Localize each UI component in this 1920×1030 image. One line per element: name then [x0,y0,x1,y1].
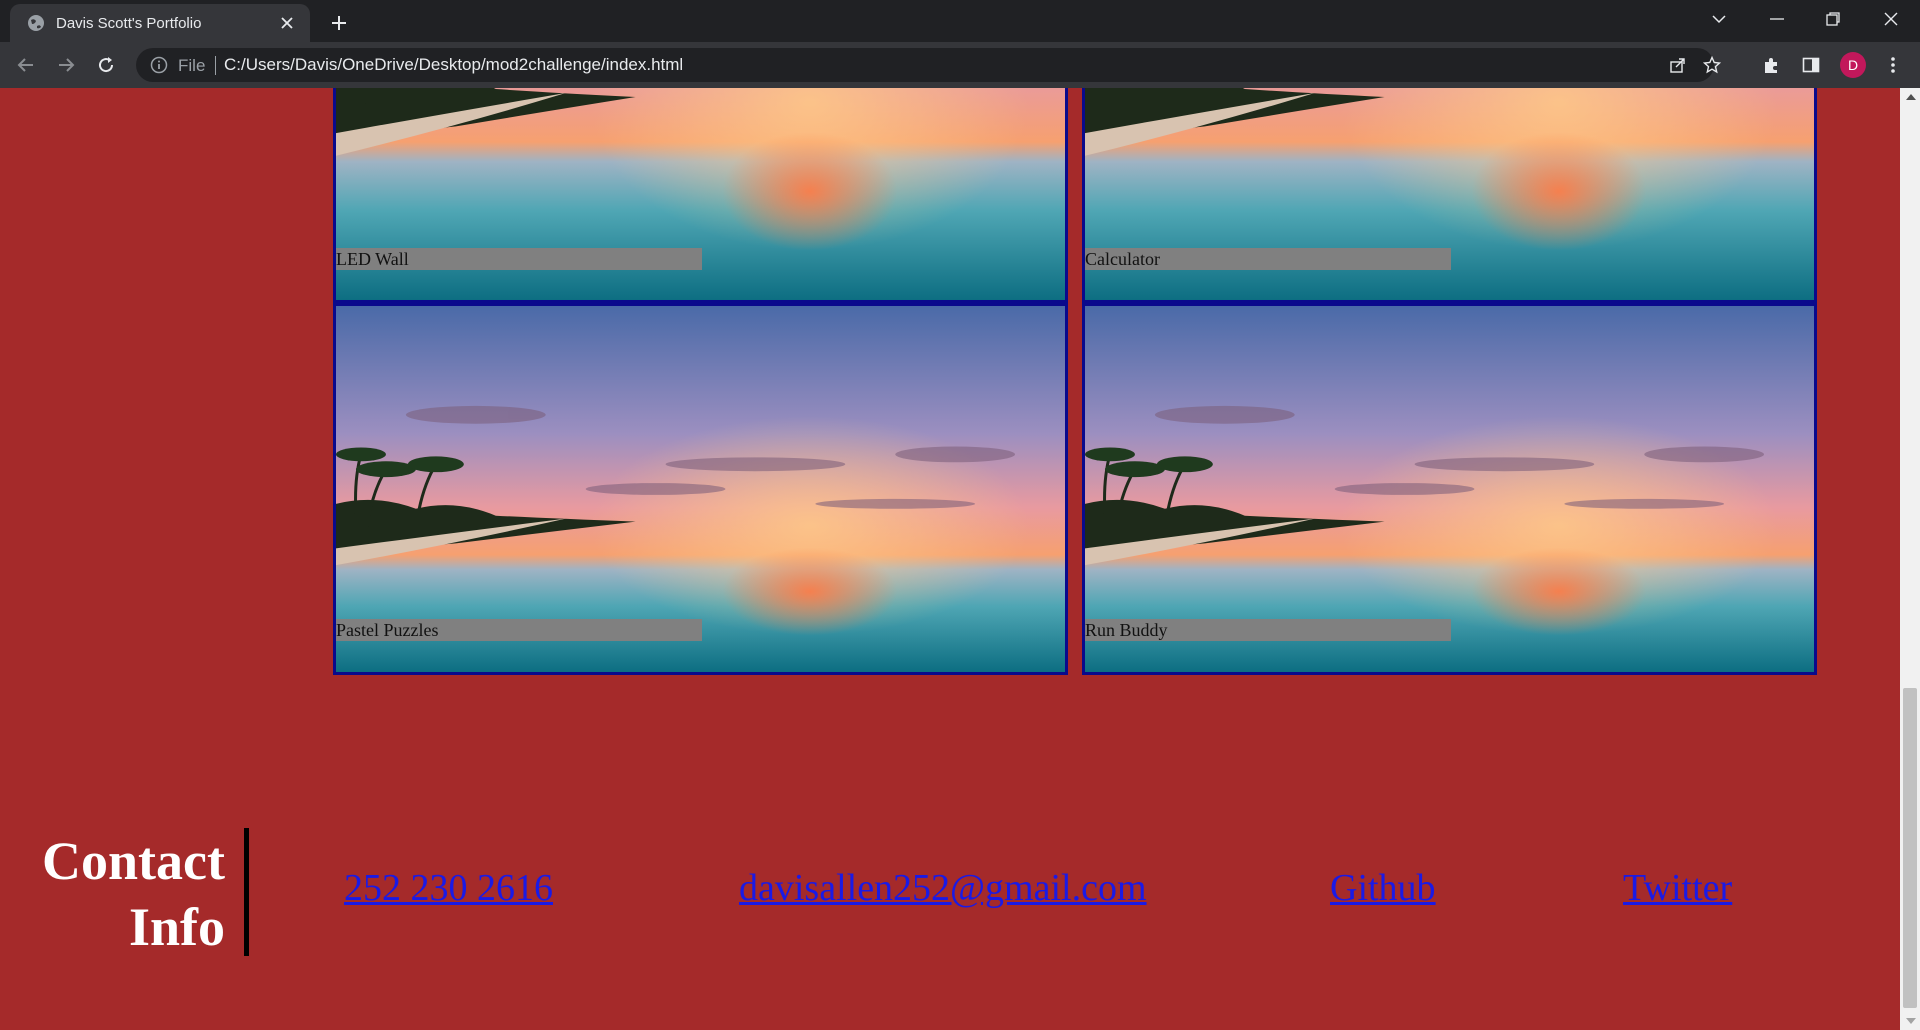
url-text[interactable]: C:/Users/Davis/OneDrive/Desktop/mod2chal… [224,55,683,75]
tab-search-icon[interactable] [1694,0,1744,38]
bookmark-star-icon[interactable] [1700,53,1724,77]
project-card-calculator[interactable]: Calculator [1082,88,1817,303]
forward-arrow-icon[interactable] [50,49,82,81]
menu-kebab-icon[interactable] [1880,52,1906,78]
project-image [1085,306,1814,672]
project-label: Calculator [1085,248,1451,270]
info-icon[interactable] [150,56,168,74]
browser-toolbar: File C:/Users/Davis/OneDrive/Desktop/mod… [0,42,1920,88]
side-panel-icon[interactable] [1798,52,1824,78]
url-scheme-label: File [178,56,206,75]
tab-strip: Davis Scott's Portfolio [0,0,1920,42]
minimize-icon[interactable] [1752,0,1802,38]
contact-heading: Contact Info [20,828,225,960]
scroll-up-arrow-icon[interactable] [1906,94,1916,100]
close-tab-icon[interactable] [276,12,298,34]
phone-link[interactable]: 252 230 2616 [344,866,553,910]
project-card-led-wall[interactable]: LED Wall [333,88,1068,303]
browser-tab[interactable]: Davis Scott's Portfolio [10,4,310,42]
project-card-pastel-puzzles[interactable]: Pastel Puzzles [333,303,1068,675]
page-scrollbar[interactable] [1900,88,1920,1030]
new-tab-button[interactable] [324,8,354,38]
share-icon[interactable] [1666,53,1690,77]
contact-heading-line2: Info [128,897,225,957]
address-bar[interactable]: File C:/Users/Davis/OneDrive/Desktop/mod… [136,48,1721,82]
globe-icon [26,13,46,33]
url-separator [215,56,216,75]
github-link[interactable]: Github [1330,866,1436,910]
profile-avatar[interactable]: D [1840,52,1866,78]
contact-heading-line1: Contact [42,831,225,891]
twitter-link[interactable]: Twitter [1623,866,1732,910]
project-label: Run Buddy [1085,619,1451,641]
project-label: Pastel Puzzles [336,619,702,641]
scroll-thumb[interactable] [1903,688,1917,1008]
close-window-icon[interactable] [1866,0,1916,38]
scroll-down-arrow-icon[interactable] [1906,1018,1916,1024]
reload-icon[interactable] [90,49,122,81]
email-link[interactable]: davisallen252@gmail.com [739,866,1147,910]
back-arrow-icon[interactable] [10,49,42,81]
extensions-puzzle-icon[interactable] [1758,52,1784,78]
tab-title: Davis Scott's Portfolio [56,14,202,32]
project-card-run-buddy[interactable]: Run Buddy [1082,303,1817,675]
project-label: LED Wall [336,248,702,270]
contact-divider [244,828,249,956]
restore-icon[interactable] [1808,0,1858,38]
project-image [336,306,1065,672]
page-viewport: LED Wall Calculator Pastel Puzzles Run B… [0,88,1900,1030]
